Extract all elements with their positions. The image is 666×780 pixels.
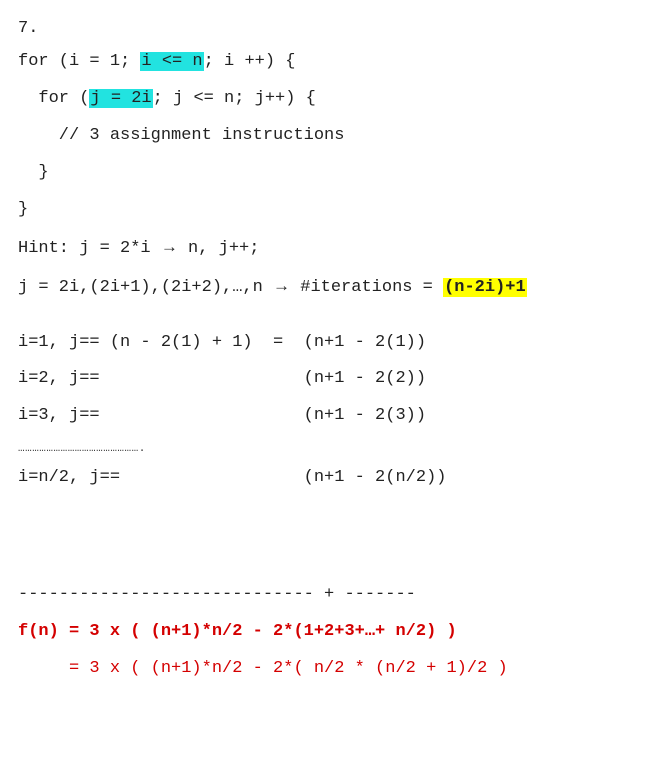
arrow-icon: → <box>161 237 178 256</box>
hint-text: Hint: j = 2*i <box>18 239 161 258</box>
divider-line: ----------------------------- + ------- <box>18 584 648 607</box>
arrow-icon: → <box>273 276 290 295</box>
problem-number: 7. <box>18 18 648 41</box>
hint-text: n, j++; <box>178 239 260 258</box>
highlight-iteration-formula: (n-2i)+1 <box>443 278 527 297</box>
code-line-for-j: for (j = 2i; j <= n; j++) { <box>18 88 648 111</box>
code-line-for-i: for (i = 1; i <= n; i ++) { <box>18 51 648 74</box>
iteration-row-3: i=3, j== (n+1 - 2(3)) <box>18 405 648 428</box>
highlight-j-init: j = 2i <box>89 89 152 108</box>
iteration-row-n2: i=n/2, j== (n+1 - 2(n/2)) <box>18 467 648 490</box>
code-text: ; j <= n; j++) { <box>153 89 316 108</box>
ellipsis-row: ……………………………………………. <box>18 442 648 457</box>
fn-line-1: f(n) = 3 x ( (n+1)*n/2 - 2*(1+2+3+…+ n/2… <box>18 621 648 644</box>
iteration-row-2: i=2, j== (n+1 - 2(2)) <box>18 368 648 391</box>
hint-text: #iterations = <box>290 278 443 297</box>
fn-line-2: = 3 x ( (n+1)*n/2 - 2*( n/2 * (n/2 + 1)/… <box>18 658 648 681</box>
code-text: ; i ++) { <box>204 52 296 71</box>
code-line-close-outer: } <box>18 199 648 222</box>
fn-formula-bold: f(n) = 3 x ( (n+1)*n/2 - 2*(1+2+3+…+ n/2… <box>18 622 457 641</box>
hint-line-2: j = 2i,(2i+1),(2i+2),…,n → #iterations =… <box>18 275 648 300</box>
code-text: for ( <box>18 89 89 108</box>
hint-line-1: Hint: j = 2*i → n, j++; <box>18 236 648 261</box>
code-line-close-inner: } <box>18 162 648 185</box>
hint-text: j = 2i,(2i+1),(2i+2),…,n <box>18 278 273 297</box>
highlight-loop-cond-i: i <= n <box>140 52 203 71</box>
code-text: for (i = 1; <box>18 52 140 71</box>
code-line-comment: // 3 assignment instructions <box>18 125 648 148</box>
iteration-row-1: i=1, j== (n - 2(1) + 1) = (n+1 - 2(1)) <box>18 332 648 355</box>
